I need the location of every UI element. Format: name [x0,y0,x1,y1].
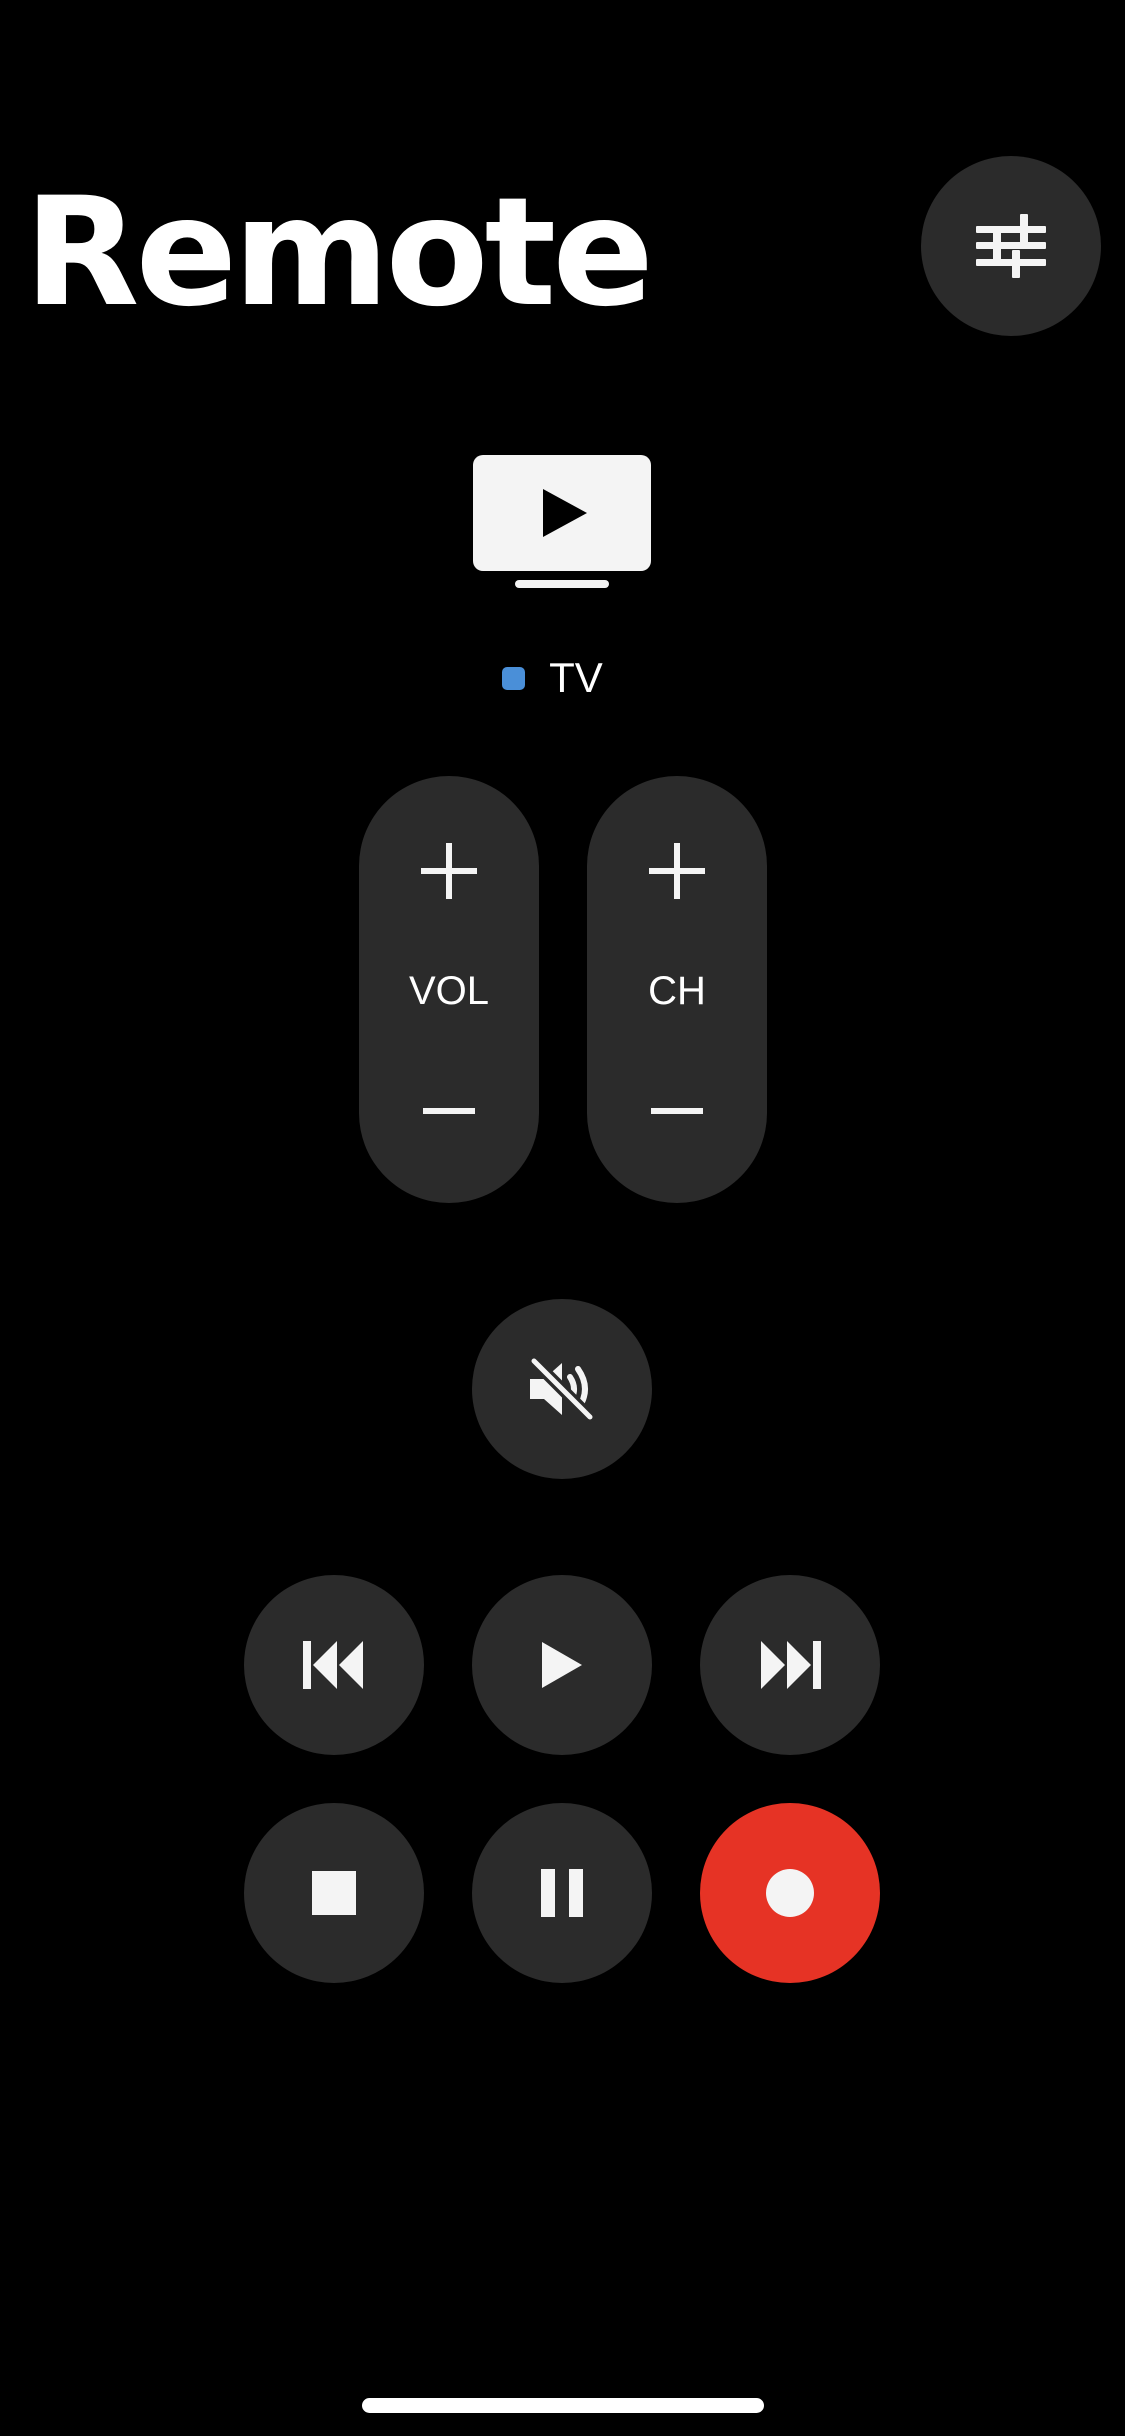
remote-screen: Remote TV VOL CH [0,0,1125,2436]
page-title: Remote [24,166,654,340]
channel-control: CH [587,776,767,1203]
minus-icon [651,1108,703,1114]
mute-button[interactable] [472,1299,652,1479]
skip-forward-icon [761,1641,821,1689]
device-status-dot [502,666,526,690]
settings-button[interactable] [921,156,1101,336]
skip-back-icon [303,1641,363,1689]
pause-button[interactable] [472,1803,652,1983]
stop-icon [312,1871,356,1915]
volume-control: VOL [359,776,539,1203]
plus-icon [649,843,705,899]
volume-label: VOL [408,968,490,1013]
play-icon [542,1642,582,1688]
sliders-icon [976,214,1046,278]
channel-up-button[interactable] [587,806,767,936]
device-name: TV [549,654,603,701]
volume-down-button[interactable] [359,1046,539,1176]
channel-label: CH [648,968,706,1013]
tv-play-icon [473,455,651,588]
home-indicator[interactable] [362,2398,764,2413]
plus-icon [421,843,477,899]
minus-icon [423,1108,475,1114]
record-button[interactable] [700,1803,880,1983]
volume-up-button[interactable] [359,806,539,936]
next-button[interactable] [700,1575,880,1755]
stop-button[interactable] [244,1803,424,1983]
speaker-muted-icon [528,1355,596,1423]
record-icon [766,1869,814,1917]
device-indicator[interactable]: TV [0,652,1125,704]
previous-button[interactable] [244,1575,424,1755]
channel-down-button[interactable] [587,1046,767,1176]
play-button[interactable] [472,1575,652,1755]
pause-icon [541,1869,583,1917]
